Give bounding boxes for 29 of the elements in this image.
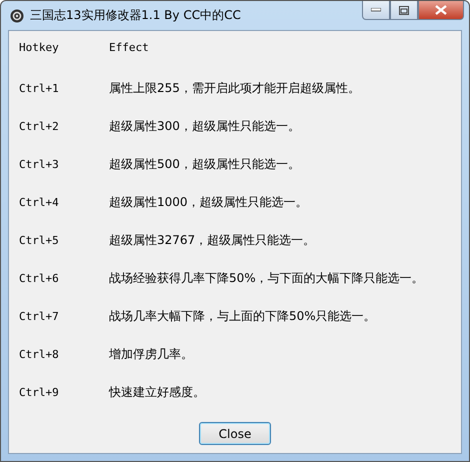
minimize-icon bbox=[371, 8, 381, 12]
close-button[interactable] bbox=[418, 1, 464, 20]
window-title: 三国志13实用修改器1.1 By CC中的CC bbox=[30, 7, 241, 24]
hotkey-text: Ctrl+5 bbox=[19, 234, 60, 246]
hotkey-text: Ctrl+3 bbox=[19, 158, 60, 170]
app-icon bbox=[10, 8, 24, 22]
effect-text: 战场经验获得几率下降50%，与下面的大幅下降只能选一。 bbox=[109, 270, 424, 286]
column-header: Hotkey bbox=[19, 40, 60, 54]
maximize-button[interactable] bbox=[390, 1, 418, 20]
effect-text: 超级属性32767，超级属性只能选一。 bbox=[109, 232, 316, 248]
hotkey-text: Ctrl+1 bbox=[19, 82, 60, 94]
hotkey-text: Ctrl+7 bbox=[19, 310, 60, 322]
effect-text: 快速建立好感度。 bbox=[109, 384, 205, 400]
hotkey-text: Ctrl+2 bbox=[19, 120, 60, 132]
hotkey-text: Ctrl+4 bbox=[19, 196, 60, 208]
effect-text: 战场几率大幅下降，与上面的下降50%只能选一。 bbox=[109, 308, 376, 324]
column-header: Effect bbox=[109, 40, 149, 54]
hotkey-text: Ctrl+9 bbox=[19, 386, 60, 398]
close-icon bbox=[435, 5, 447, 15]
hotkey-text: Ctrl+6 bbox=[19, 272, 60, 284]
effect-text: 超级属性500，超级属性只能选一。 bbox=[109, 156, 300, 172]
hotkey-text: Ctrl+8 bbox=[19, 348, 60, 360]
effect-text: 属性上限255，需开启此项才能开启超级属性。 bbox=[109, 80, 360, 96]
maximize-icon bbox=[399, 6, 409, 14]
close-dialog-button[interactable]: Close bbox=[199, 422, 271, 445]
effect-text: 增加俘虏几率。 bbox=[109, 346, 193, 362]
effect-text: 超级属性1000，超级属性只能选一。 bbox=[109, 194, 308, 210]
minimize-button[interactable] bbox=[362, 1, 390, 20]
effect-text: 超级属性300，超级属性只能选一。 bbox=[109, 118, 300, 134]
